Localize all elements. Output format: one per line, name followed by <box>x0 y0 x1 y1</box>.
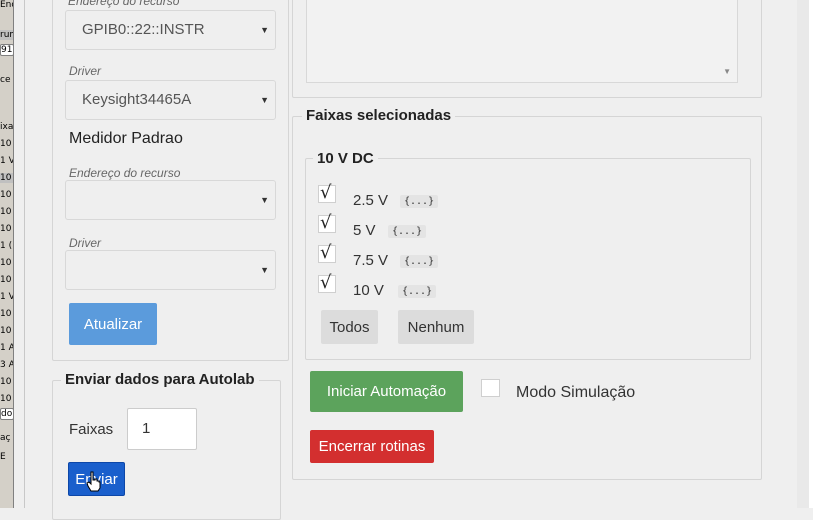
range-checkbox-2-5v[interactable]: √ <box>318 182 336 203</box>
resource-select-1-value: GPIB0::22::INSTR <box>82 21 205 38</box>
start-automation-button[interactable]: Iniciar Automação <box>310 371 463 412</box>
range-checkbox-10v[interactable]: √ <box>318 272 336 293</box>
driver-label-1: Driver <box>69 64 101 78</box>
chevron-down-icon: ▼ <box>260 265 269 275</box>
range-tag-10v: {...} <box>398 285 437 298</box>
bg-line: 3 A <box>0 360 14 370</box>
chevron-down-icon: ▼ <box>260 195 269 205</box>
faixas-input[interactable]: 1 <box>127 408 197 450</box>
range-checkbox-7-5v[interactable]: √ <box>318 242 336 263</box>
bg-line: 1 V <box>0 292 14 302</box>
ranges-legend: Faixas selecionadas <box>302 107 456 124</box>
driver-select-1-value: Keysight34465A <box>82 91 192 108</box>
bg-line: rum <box>0 30 13 40</box>
bg-line: 10 <box>0 224 12 234</box>
bg-line: do <box>0 408 13 420</box>
range-tag-2-5v: {...} <box>400 195 439 208</box>
simulation-checkbox[interactable] <box>481 379 500 397</box>
resource-select-2[interactable]: ▼ <box>65 180 276 220</box>
bg-line: 10 <box>0 139 12 149</box>
check-icon: √ <box>320 272 332 293</box>
driver-label-2: Driver <box>69 236 101 250</box>
range-tag-7-5v: {...} <box>400 255 439 268</box>
range-tag-5v: {...} <box>388 225 427 238</box>
resource-label-2: Endereço do recurso <box>69 166 181 180</box>
resource-select-1[interactable]: GPIB0::22::INSTR ▼ <box>65 10 276 50</box>
bg-line: 10 <box>0 377 12 387</box>
bg-line: 91 <box>0 44 13 56</box>
resource-label-1: Endereço do recurso <box>68 0 180 8</box>
chevron-down-icon: ▼ <box>260 25 269 35</box>
bg-line: 10 <box>0 258 12 268</box>
bg-line: 10 <box>0 394 12 404</box>
bg-line: Endereço do recurso fragment <box>0 0 13 10</box>
bg-line: aç <box>0 433 11 443</box>
simulation-label: Modo Simulação <box>516 384 636 401</box>
autolab-panel <box>52 380 281 520</box>
faixas-label: Faixas <box>69 421 114 438</box>
driver-select-2[interactable]: ▼ <box>65 250 276 290</box>
stop-routines-button[interactable]: Encerrar rotinas <box>310 430 434 463</box>
update-button[interactable]: Atualizar <box>69 303 157 345</box>
range-checkbox-5v[interactable]: √ <box>318 212 336 233</box>
bg-line: 10 <box>0 326 12 336</box>
range-label-7-5v: 7.5 V <box>353 252 389 269</box>
scroll-down-icon[interactable]: ▼ <box>723 67 731 76</box>
device2-title: Medidor Padrao <box>69 130 183 147</box>
window-right-edge <box>797 0 813 508</box>
bg-line: 1 ( <box>0 241 13 251</box>
bg-line: ce <box>0 75 11 85</box>
driver-select-1[interactable]: Keysight34465A ▼ <box>65 80 276 120</box>
check-icon: √ <box>320 212 332 233</box>
bg-line: E <box>0 452 6 462</box>
background-window: Endereço do recurso fragment rum 91 ce i… <box>0 0 14 508</box>
bg-line: 10 <box>0 275 12 285</box>
select-all-button[interactable]: Todos <box>321 310 378 344</box>
chevron-down-icon: ▼ <box>260 95 269 105</box>
range-label-10v: 10 V <box>353 282 384 299</box>
range-group-title: 10 V DC <box>313 150 378 167</box>
bg-line: 10 <box>0 173 13 183</box>
bg-line: ixa <box>0 122 14 132</box>
log-textarea[interactable]: ▼ <box>306 0 738 83</box>
range-label-5v: 5 V <box>353 222 376 239</box>
check-icon: √ <box>320 242 332 263</box>
bg-line: 10 <box>0 309 12 319</box>
bg-line: 1 V <box>0 156 14 166</box>
bg-line: 10 <box>0 190 12 200</box>
range-label-2-5v: 2.5 V <box>353 192 389 209</box>
select-none-button[interactable]: Nenhum <box>398 310 474 344</box>
bg-line: 1 A <box>0 343 14 353</box>
bg-line: 10 <box>0 207 12 217</box>
autolab-legend: Enviar dados para Autolab <box>61 371 259 388</box>
check-icon: √ <box>320 182 332 203</box>
hand-cursor-icon <box>86 471 101 492</box>
